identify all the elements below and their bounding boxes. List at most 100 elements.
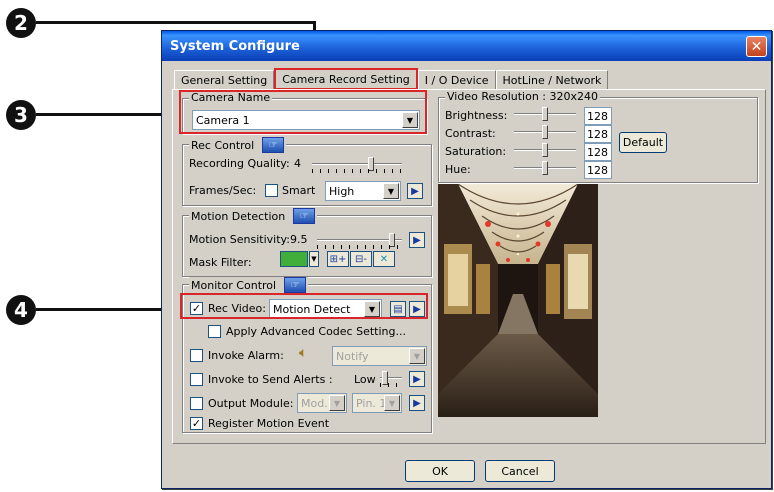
mask-filter-label: Mask Filter: <box>189 256 252 269</box>
rec-video-checkbox[interactable]: ✓ <box>190 302 203 315</box>
frames-sec-combo[interactable]: High ▼ <box>325 181 401 201</box>
saturation-label: Saturation: <box>445 145 507 158</box>
alarm-combo[interactable]: Notify ▼ <box>332 346 427 366</box>
play-arrow-icon[interactable]: ▶ <box>409 232 425 248</box>
arcade-corridor-image <box>438 184 598 417</box>
hand-pointer-icon[interactable]: ☞ <box>293 208 316 224</box>
rec-control-legend: Rec Control <box>191 138 255 152</box>
brightness-value: 128 <box>587 109 608 123</box>
title-bar[interactable]: System Configure <box>162 31 771 61</box>
camera-preview <box>438 184 598 417</box>
callout-2-line <box>36 21 316 24</box>
advanced-codec-label[interactable]: Apply Advanced Codec Setting... <box>226 325 406 338</box>
play-arrow-icon[interactable]: ▶ <box>407 183 423 199</box>
contrast-label: Contrast: <box>445 127 496 140</box>
output-module-label: Output Module: <box>208 397 294 410</box>
remove-mask-icon[interactable]: ⊟- <box>350 251 372 267</box>
play-arrow-icon[interactable]: ▶ <box>409 301 425 317</box>
frames-sec-label: Frames/Sec: <box>189 184 257 197</box>
invoke-alarm-label: Invoke Alarm: <box>208 349 284 362</box>
alarm-value: Notify <box>336 349 369 363</box>
hue-slider[interactable] <box>514 159 576 177</box>
contrast-value: 128 <box>587 127 608 141</box>
mask-color-dropdown[interactable]: ▼ <box>309 251 319 267</box>
callout-4-line <box>36 308 170 311</box>
window-title: System Configure <box>170 38 300 54</box>
motion-sensitivity-value: 9.5 <box>290 233 308 246</box>
register-motion-checkbox[interactable]: ✓ <box>190 417 203 430</box>
chevron-down-icon[interactable]: ▼ <box>402 112 418 128</box>
pin-combo[interactable]: Pin. 1 ▼ <box>352 393 402 413</box>
brightness-input[interactable]: 128 <box>584 107 612 125</box>
rec-video-combo[interactable]: Motion Detect ▼ <box>269 299 382 319</box>
register-motion-label: Register Motion Event <box>208 417 330 430</box>
add-mask-icon[interactable]: ⊞+ <box>327 251 349 267</box>
recording-quality-value: 4 <box>294 157 301 170</box>
brightness-label: Brightness: <box>445 109 508 122</box>
callout-3-line <box>36 113 170 116</box>
contrast-slider[interactable] <box>514 123 576 141</box>
mask-color-swatch[interactable] <box>280 251 308 267</box>
motion-detection-legend: Motion Detection <box>191 209 286 223</box>
output-module-checkbox[interactable] <box>190 397 203 410</box>
chevron-down-icon[interactable]: ▼ <box>364 301 380 317</box>
rec-video-label: Rec Video: <box>208 302 266 315</box>
callout-4: 4 <box>6 295 36 325</box>
hand-pointer-icon[interactable]: ☞ <box>284 277 307 293</box>
schedule-icon[interactable]: ▤ <box>390 301 406 317</box>
close-icon: ✕ <box>750 38 763 55</box>
brightness-slider[interactable] <box>514 105 576 123</box>
smart-label: Smart <box>282 184 316 197</box>
chevron-down-icon[interactable]: ▼ <box>383 183 399 199</box>
saturation-input[interactable]: 128 <box>584 143 612 161</box>
hand-pointer-icon[interactable]: ☞ <box>262 137 285 153</box>
chevron-down-icon[interactable]: ▼ <box>409 348 425 364</box>
saturation-value: 128 <box>587 145 608 159</box>
tab-io-device[interactable]: I / O Device <box>417 70 496 90</box>
hue-label: Hue: <box>445 163 471 176</box>
motion-sensitivity-slider[interactable] <box>317 231 402 249</box>
tab-general-setting[interactable]: General Setting <box>174 70 275 90</box>
saturation-slider[interactable] <box>514 141 576 159</box>
hue-input[interactable]: 128 <box>584 161 612 179</box>
camera-name-combo[interactable]: Camera 1 ▼ <box>192 110 420 130</box>
smart-checkbox[interactable] <box>265 184 278 197</box>
recording-quality-label: Recording Quality: <box>189 157 290 170</box>
ok-button[interactable]: OK <box>405 460 475 482</box>
rec-video-value: Motion Detect <box>273 302 351 316</box>
default-button-label: Default <box>622 136 664 149</box>
invoke-alerts-checkbox[interactable] <box>190 373 203 386</box>
play-arrow-icon[interactable]: ▶ <box>409 395 425 411</box>
monitor-control-legend: Monitor Control <box>191 278 277 292</box>
speaker-icon: 🔈︎ <box>299 345 308 361</box>
clear-mask-icon[interactable]: ✕ <box>373 251 395 267</box>
motion-sensitivity-label: Motion Sensitivity: <box>189 233 290 246</box>
module-combo[interactable]: Mod. 1 ▼ <box>297 393 347 413</box>
pin-value: Pin. 1 <box>356 396 387 410</box>
contrast-input[interactable]: 128 <box>584 125 612 143</box>
chevron-down-icon[interactable]: ▼ <box>384 395 400 411</box>
callout-3: 3 <box>6 100 36 130</box>
camera-name-value: Camera 1 <box>196 113 250 127</box>
cancel-button[interactable]: Cancel <box>485 460 555 482</box>
callout-2: 2 <box>6 8 36 38</box>
video-resolution-legend: Video Resolution : 320x240 <box>447 90 598 103</box>
invoke-alerts-label: Invoke to Send Alerts : <box>208 373 333 386</box>
camera-name-legend: Camera Name <box>191 91 271 104</box>
advanced-codec-checkbox[interactable] <box>208 325 221 338</box>
alerts-level-slider[interactable] <box>380 369 402 387</box>
chevron-down-icon[interactable]: ▼ <box>329 395 345 411</box>
recording-quality-slider[interactable] <box>312 155 402 173</box>
alerts-level-label: Low <box>354 373 376 386</box>
frames-sec-value: High <box>329 184 355 198</box>
close-button[interactable]: ✕ <box>746 36 767 57</box>
tab-camera-record-setting[interactable]: Camera Record Setting <box>274 68 418 90</box>
tab-strip: General Setting Camera Record Setting I … <box>174 68 609 90</box>
hue-value: 128 <box>587 163 608 177</box>
default-button[interactable]: Default <box>619 132 667 153</box>
tab-hotline-network[interactable]: HotLine / Network <box>495 70 609 90</box>
play-arrow-icon[interactable]: ▶ <box>409 371 425 387</box>
ok-button-label: OK <box>432 464 448 478</box>
invoke-alarm-checkbox[interactable] <box>190 349 203 362</box>
cancel-button-label: Cancel <box>501 464 539 478</box>
